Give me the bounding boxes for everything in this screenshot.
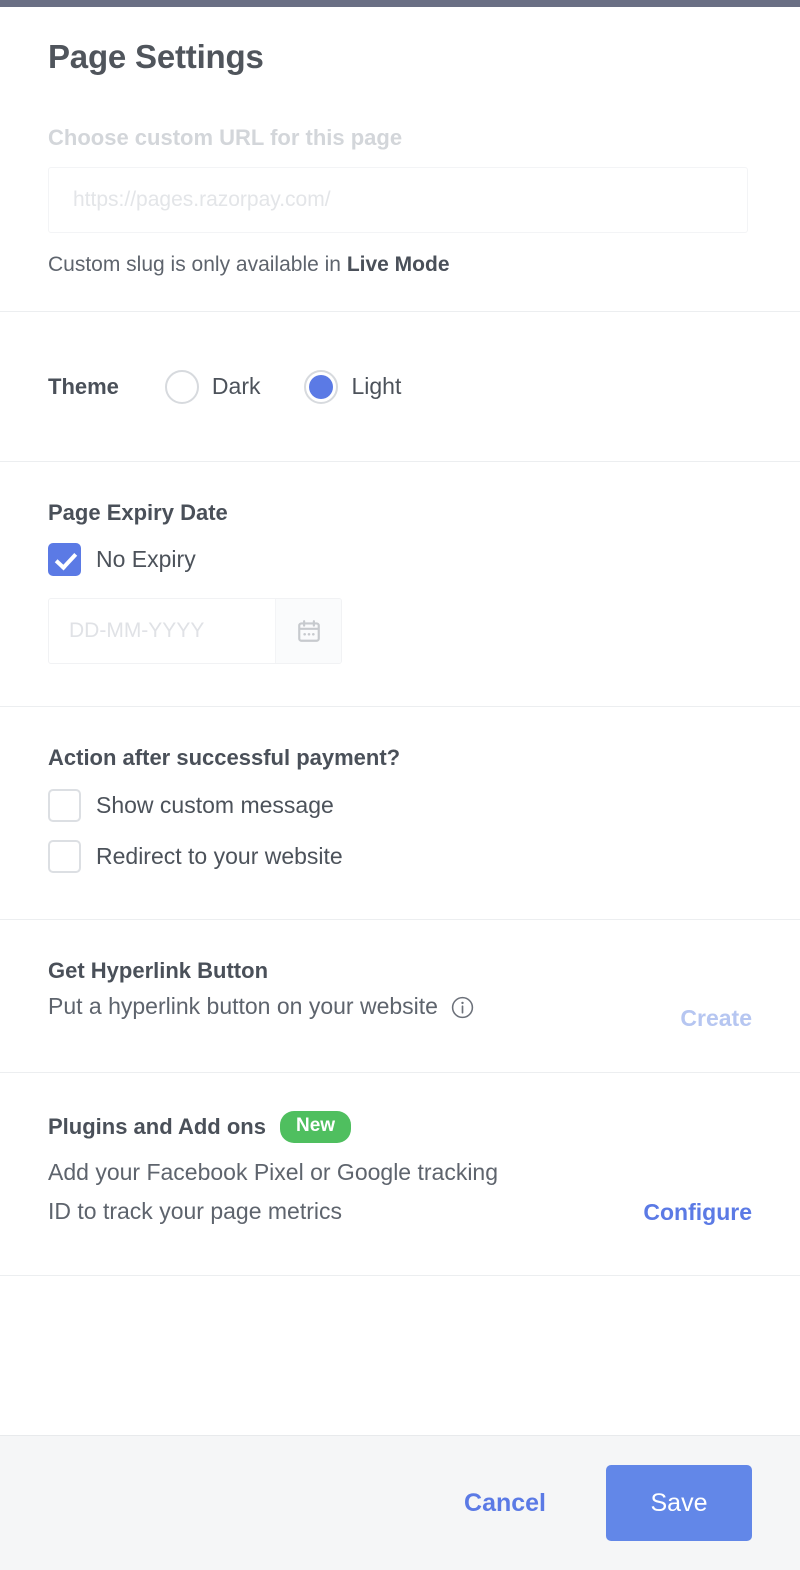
show-custom-message-checkbox-row[interactable]: Show custom message xyxy=(48,788,752,822)
redirect-website-checkbox-row[interactable]: Redirect to your website xyxy=(48,839,752,873)
no-expiry-label: No Expiry xyxy=(96,545,196,572)
hyperlink-button-description: Put a hyperlink button on your website xyxy=(48,993,438,1020)
custom-url-hint: Custom slug is only available in Live Mo… xyxy=(48,252,752,277)
post-payment-action-section: Action after successful payment? Show cu… xyxy=(0,707,800,920)
plugins-addons-info: Plugins and Add ons New Add your Faceboo… xyxy=(48,1110,568,1231)
page-settings-modal: Page Settings Choose custom URL for this… xyxy=(0,0,800,1570)
custom-url-input[interactable] xyxy=(48,166,748,233)
checkbox-unchecked-icon xyxy=(48,788,81,822)
theme-option-light[interactable]: Light xyxy=(304,369,402,404)
modal-body: Page Settings Choose custom URL for this… xyxy=(0,7,800,1435)
theme-radio-group: Dark Light xyxy=(164,369,402,404)
plugins-addons-section: Plugins and Add ons New Add your Faceboo… xyxy=(0,1073,800,1276)
show-custom-message-label: Show custom message xyxy=(96,791,334,818)
hyperlink-button-info: Get Hyperlink Button Put a hyperlink but… xyxy=(48,958,680,1021)
expiry-date-input[interactable] xyxy=(49,598,275,663)
save-button[interactable]: Save xyxy=(606,1465,752,1541)
theme-section: Theme Dark Light xyxy=(0,312,800,463)
post-payment-action-heading: Action after successful payment? xyxy=(48,744,401,770)
info-icon[interactable] xyxy=(450,995,475,1020)
custom-url-hint-text: Custom slug is only available in xyxy=(48,252,347,276)
modal-header: Page Settings xyxy=(0,7,800,77)
new-badge: New xyxy=(279,1110,352,1143)
hyperlink-button-section: Get Hyperlink Button Put a hyperlink but… xyxy=(0,920,800,1073)
plugins-heading-row: Plugins and Add ons New xyxy=(48,1110,568,1143)
hyperlink-description-row: Put a hyperlink button on your website xyxy=(48,993,680,1021)
calendar-icon xyxy=(297,619,320,642)
page-expiry-heading: Page Expiry Date xyxy=(48,500,228,526)
configure-plugins-button[interactable]: Configure xyxy=(643,1199,752,1226)
modal-footer: Cancel Save xyxy=(0,1435,800,1570)
theme-option-dark-label: Dark xyxy=(211,373,261,400)
radio-circle-selected-icon xyxy=(304,369,339,404)
modal-top-accent-bar xyxy=(0,0,800,7)
radio-circle-icon xyxy=(164,369,199,404)
theme-label: Theme xyxy=(48,373,119,399)
page-expiry-section: Page Expiry Date No Expiry xyxy=(0,462,800,707)
custom-url-section: Choose custom URL for this page Custom s… xyxy=(0,77,800,313)
info-icon-glyph xyxy=(451,996,474,1018)
custom-url-label: Choose custom URL for this page xyxy=(48,124,403,150)
checkbox-unchecked-icon xyxy=(48,839,81,873)
calendar-icon-button[interactable] xyxy=(275,598,341,663)
theme-option-light-label: Light xyxy=(351,373,402,400)
theme-option-dark[interactable]: Dark xyxy=(164,369,261,404)
page-title: Page Settings xyxy=(48,38,264,75)
plugins-addons-heading: Plugins and Add ons xyxy=(48,1113,266,1139)
custom-url-hint-emphasis: Live Mode xyxy=(346,252,450,276)
create-hyperlink-button[interactable]: Create xyxy=(680,1005,752,1032)
no-expiry-checkbox-row[interactable]: No Expiry xyxy=(48,542,752,576)
checkbox-checked-icon xyxy=(48,542,81,576)
redirect-website-label: Redirect to your website xyxy=(96,842,343,869)
expiry-date-field xyxy=(48,597,342,664)
cancel-button[interactable]: Cancel xyxy=(450,1479,560,1528)
hyperlink-button-heading: Get Hyperlink Button xyxy=(48,957,269,983)
plugins-addons-description: Add your Facebook Pixel or Google tracki… xyxy=(48,1158,499,1224)
